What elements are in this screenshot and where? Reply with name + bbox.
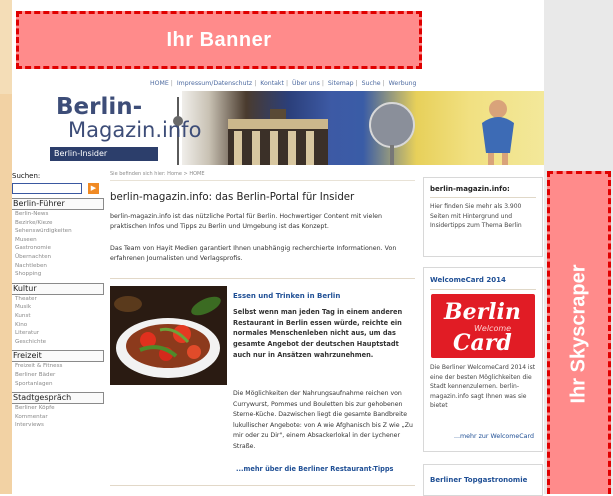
page-title: berlin-magazin.info: das Berlin-Portal f… [110,192,355,203]
logo-text-line1: Berlin- [56,94,143,120]
logo-text-line2: Magazin.info [68,118,202,142]
welcomecard-more-link[interactable]: ...mehr zur WelcomeCard [454,433,534,440]
world-clock-icon [342,101,442,165]
sidebar-item[interactable]: Berlin-News [12,210,104,219]
welcomecard-title[interactable]: WelcomeCard 2014 [424,268,542,284]
sidebar-item[interactable]: Sportanlagen [12,380,104,389]
more-restaurant-tips-link[interactable]: ...mehr über die Berliner Restaurant-Tip… [236,465,393,473]
nav-impressum[interactable]: Impressum/Datenschutz [177,80,252,87]
food-photo [110,286,227,385]
sidebar-item[interactable]: Kunst [12,312,104,321]
banner-ad-placeholder[interactable]: Ihr Banner [16,11,422,69]
left-sidebar: Suchen: ▶ Berlin-Führer Berlin-News Bezi… [12,172,104,430]
breadcrumb: Sie befinden sich hier: Home > HOME [110,171,205,177]
sidebar-item[interactable]: Freizeit & Fitness [12,362,104,371]
article-heading[interactable]: Essen und Trinken in Berlin [233,292,340,300]
sidebar-item[interactable]: Literatur [12,329,104,338]
nav-suche[interactable]: Suche [362,80,381,87]
info-box-text: Hier finden Sie mehr als 3.900 Seiten mi… [430,203,522,229]
banner-label: Ihr Banner [166,28,272,51]
article-body: Die Möglichkeiten der Nahrungsaufnahme r… [233,390,413,450]
sidebar-item[interactable]: Shopping [12,270,104,279]
sidebar-item[interactable]: Kino [12,321,104,330]
topgastronomie-box: Berliner Topgastronomie [423,464,543,496]
search-label: Suchen: [12,172,41,180]
nav-kontakt[interactable]: Kontakt [260,80,284,87]
sidebar-item[interactable]: Interviews [12,421,104,430]
woman-photo-icon [452,93,532,165]
sidebar-item[interactable]: Theater [12,295,104,304]
skyscraper-ad-placeholder[interactable]: Ihr Skyscraper [547,171,611,494]
sidebar-item[interactable]: Gastronomie [12,244,104,253]
card-logo-line1: Berlin [444,299,521,325]
sidebar-item[interactable]: Kommentar [12,413,104,422]
logo-tagline: Berlin-Insider [50,147,158,161]
sidebar-item[interactable]: Berliner Bäder [12,371,104,380]
sidebar-item[interactable]: Musik [12,303,104,312]
breadcrumb-divider [110,180,415,181]
info-box-title: berlin-magazin.info: [430,185,510,193]
sidebar-item[interactable]: Bezirke/Kieze [12,219,104,228]
search-input[interactable] [12,183,82,194]
intro-paragraph-1: berlin-magazin.info ist das nützliche Po… [110,213,383,230]
sidebar-section-berlin-fuehrer: Berlin-Führer [12,198,104,210]
skyscraper-label: Ihr Skyscraper [567,264,590,404]
content-divider [110,278,415,279]
welcomecard-box: WelcomeCard 2014 Berlin Welcome Card Die… [423,267,543,452]
content-divider [110,485,415,486]
sidebar-item[interactable]: Museen [12,236,104,245]
brandenburg-gate-icon [228,109,328,165]
info-box: berlin-magazin.info: Hier finden Sie meh… [423,177,543,257]
nav-ueber-uns[interactable]: Über uns [292,80,320,87]
sidebar-item[interactable]: Nachtleben [12,262,104,271]
sidebar-item[interactable]: Übernachten [12,253,104,262]
card-logo-line3: Card [453,330,512,356]
search-go-button[interactable]: ▶ [88,183,99,194]
nav-werbung[interactable]: Werbung [389,80,417,87]
sidebar-item[interactable]: Berliner Köpfe [12,404,104,413]
sidebar-item[interactable]: Geschichte [12,338,104,347]
sidebar-section-freizeit: Freizeit [12,350,104,363]
site-header: Berlin- Magazin.info Berlin-Insider [12,91,544,165]
welcomecard-logo[interactable]: Berlin Welcome Card [431,294,535,358]
topgastronomie-title[interactable]: Berliner Topgastronomie [424,465,542,484]
sidebar-section-kultur: Kultur [12,282,104,295]
nav-home[interactable]: HOME [150,80,169,87]
sidebar-item[interactable]: Sehenswürdigkeiten [12,227,104,236]
welcomecard-text: Die Berliner WelcomeCard 2014 ist eine d… [430,364,536,409]
intro-paragraph-2: Das Team von Hayit Medien garantiert Ihn… [110,245,397,262]
nav-sitemap[interactable]: Sitemap [328,80,354,87]
top-navigation: HOME | Impressum/Datenschutz | Kontakt | Üb… [150,80,417,87]
page-background-left [0,94,12,494]
article-lead: Selbst wenn man jeden Tag in einem ander… [233,308,403,359]
sidebar-section-stadtgespraech: Stadtgespräch [12,392,104,405]
